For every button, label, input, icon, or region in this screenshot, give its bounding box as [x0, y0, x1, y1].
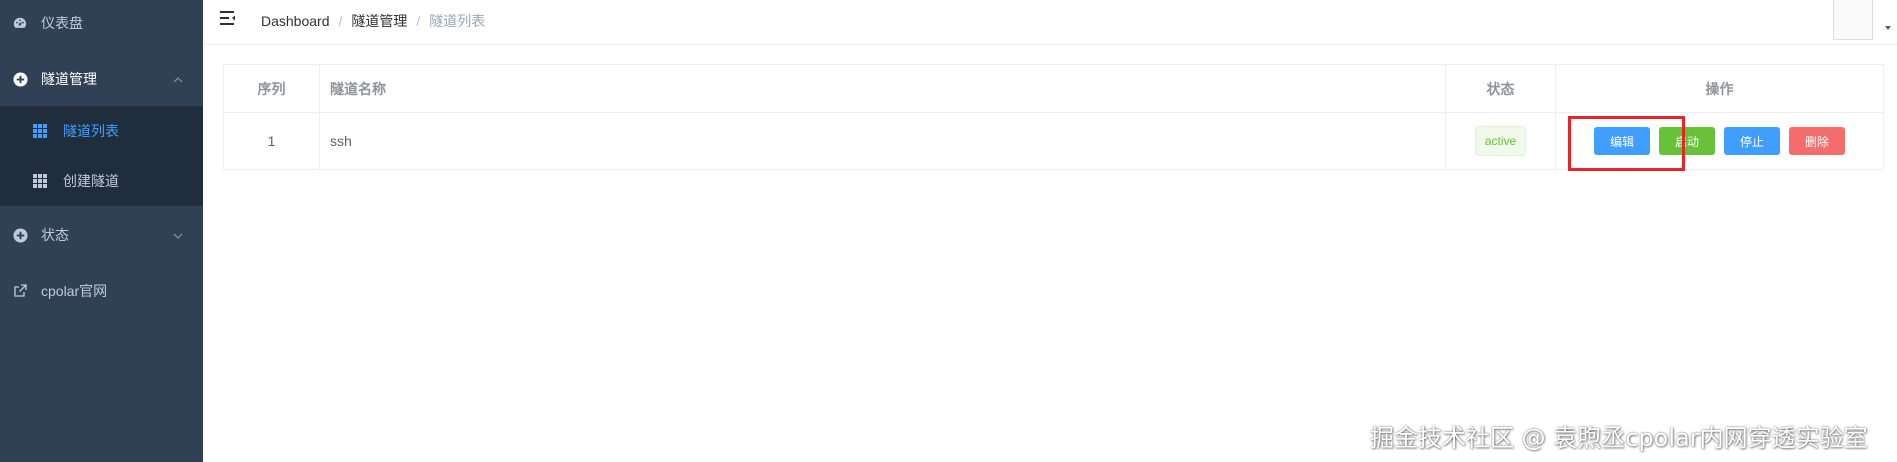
cell-index: 1: [223, 112, 320, 170]
menu-item-dashboard[interactable]: 仪表盘: [0, 0, 203, 45]
cell-actions: 编辑 启动 停止 删除: [1555, 112, 1884, 170]
submenu-item-create-tunnel[interactable]: 创建隧道: [0, 156, 203, 206]
breadcrumb-separator: /: [416, 13, 421, 29]
menu-item-cpolar-website[interactable]: cpolar官网: [0, 270, 203, 312]
dashboard-icon: [12, 15, 28, 31]
submenu-item-tunnel-list[interactable]: 隧道列表: [0, 106, 203, 156]
stop-button[interactable]: 停止: [1724, 127, 1780, 155]
submenu-label-tunnel-list: 隧道列表: [63, 123, 119, 139]
menu-item-tunnel-management[interactable]: 隧道管理: [0, 58, 203, 100]
chevron-up-icon: [172, 73, 184, 85]
delete-button[interactable]: 删除: [1789, 127, 1845, 155]
plus-circle-icon: [12, 227, 28, 243]
column-header-index: 序列: [223, 64, 320, 113]
avatar[interactable]: [1833, 0, 1873, 40]
submenu: 隧道列表 创建隧道: [0, 106, 203, 206]
start-button[interactable]: 启动: [1659, 127, 1715, 155]
tunnel-table: 序列 隧道名称 状态 操作 1 ssh active 编辑 启动 停止 删除: [223, 64, 1884, 170]
menu-label-dashboard: 仪表盘: [41, 14, 83, 31]
breadcrumb: Dashboard / 隧道管理 / 隧道列表: [261, 11, 485, 31]
breadcrumb-separator: /: [338, 13, 343, 29]
status-badge: active: [1474, 126, 1527, 156]
cell-status: active: [1445, 112, 1556, 170]
navbar: Dashboard / 隧道管理 / 隧道列表: [203, 0, 1897, 45]
submenu-label-create-tunnel: 创建隧道: [63, 173, 119, 189]
plus-circle-icon: [12, 71, 28, 87]
breadcrumb-item-dashboard[interactable]: Dashboard: [261, 13, 330, 29]
menu-item-status[interactable]: 状态: [0, 214, 203, 256]
grid-icon: [33, 124, 47, 138]
cell-tunnel-name: ssh: [319, 112, 1446, 170]
column-header-status: 状态: [1445, 64, 1556, 113]
menu-label-cpolar-website: cpolar官网: [41, 283, 108, 299]
watermark: 掘金技术社区 @ 袁煦丞cpolar内网穿透实验室: [1370, 424, 1868, 452]
column-header-name: 隧道名称: [319, 64, 1446, 113]
breadcrumb-item-tunnel-list: 隧道列表: [429, 13, 486, 29]
grid-icon: [33, 174, 47, 188]
column-header-actions: 操作: [1555, 64, 1884, 113]
edit-button[interactable]: 编辑: [1594, 127, 1650, 155]
hamburger-menu-icon[interactable]: [219, 9, 237, 27]
chevron-down-icon: [172, 229, 184, 241]
caret-down-icon[interactable]: [1885, 26, 1891, 30]
sidebar: 仪表盘 隧道管理 隧道列表 创建隧道 状态 cpolar官网: [0, 0, 203, 462]
breadcrumb-item-tunnel-management[interactable]: 隧道管理: [351, 11, 407, 31]
menu-label-status: 状态: [41, 227, 69, 243]
table-header-row: 序列 隧道名称 状态 操作: [223, 64, 1884, 113]
table-row: 1 ssh active 编辑 启动 停止 删除: [223, 112, 1884, 170]
menu-label-tunnel-management: 隧道管理: [41, 71, 97, 87]
external-link-icon: [12, 283, 28, 299]
